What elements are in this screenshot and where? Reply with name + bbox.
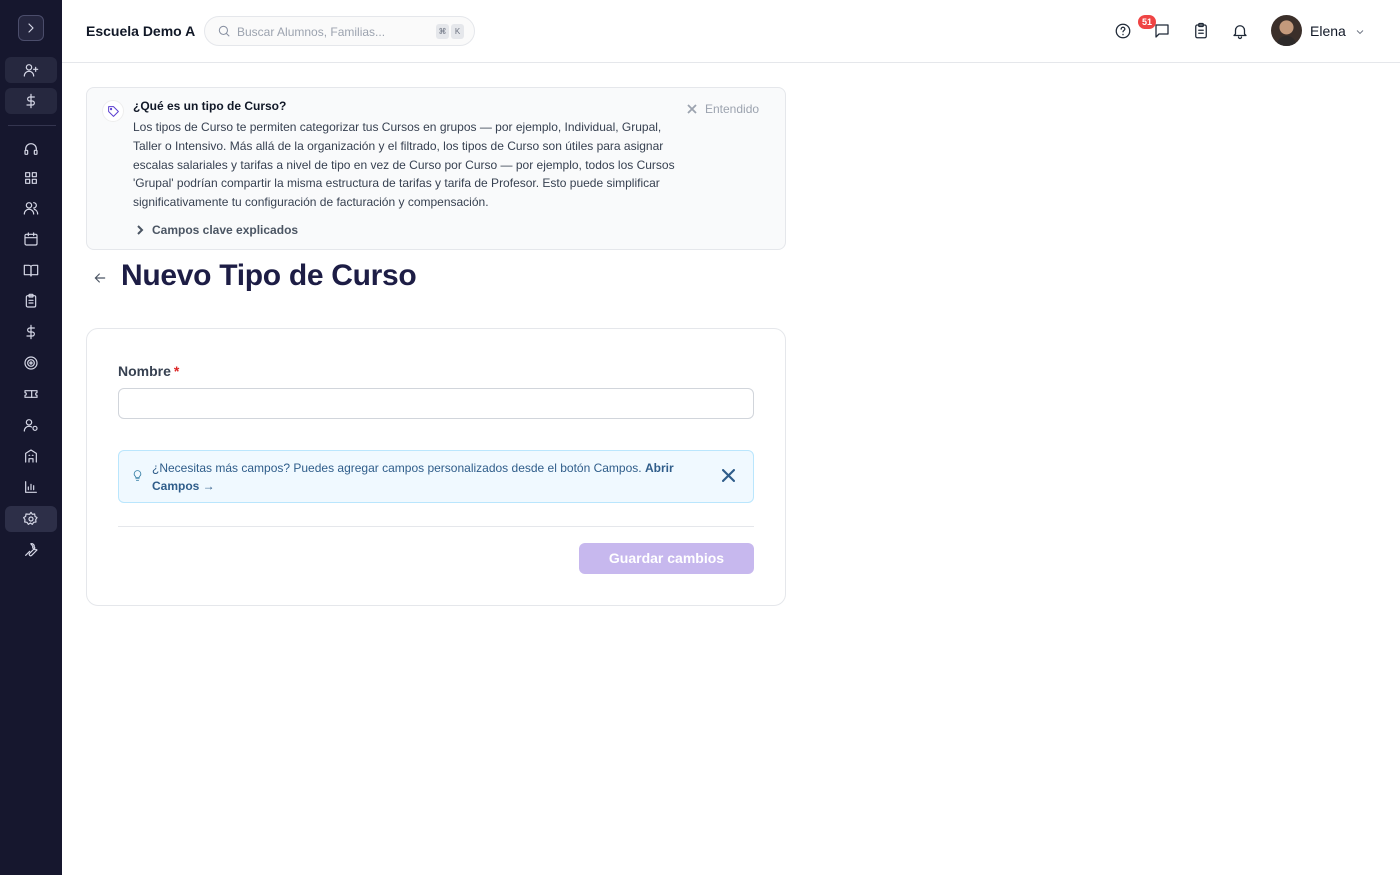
avatar[interactable]: [1271, 15, 1302, 46]
user-settings-icon: [23, 419, 38, 432]
building-icon: [25, 449, 37, 463]
lightbulb-icon: [131, 469, 144, 487]
info-panel: ¿Qué es un tipo de Curso? Los tipos de C…: [86, 87, 786, 250]
user-plus-icon: [23, 64, 39, 77]
sidebar-item-goals[interactable]: [5, 350, 57, 376]
calendar-icon: [24, 232, 38, 246]
tip-text: ¿Necesitas más campos? Puedes agregar ca…: [152, 460, 697, 495]
dismiss-label: Entendido: [705, 102, 760, 116]
sidebar-item-billing[interactable]: [5, 319, 57, 345]
close-tip-button[interactable]: [722, 469, 735, 487]
search-icon: [217, 24, 231, 43]
sidebar-item-payment[interactable]: [5, 88, 57, 114]
tasks-count-badge: 51: [1138, 15, 1156, 29]
chevron-down-icon[interactable]: [1354, 25, 1366, 43]
sidebar-item-tools[interactable]: [5, 537, 57, 563]
search-box[interactable]: ⌘ K: [204, 16, 475, 46]
sidebar-item-add-student[interactable]: [5, 57, 57, 83]
info-description: Los tipos de Curso te permiten categoriz…: [133, 120, 675, 210]
name-label: Nombre *: [118, 363, 179, 379]
user-name[interactable]: Elena: [1310, 23, 1346, 39]
dashboard-icon: [25, 172, 37, 184]
sidebar-item-tasks[interactable]: [5, 288, 57, 314]
school-name[interactable]: Escuela Demo A: [86, 23, 195, 39]
bar-chart-icon: [25, 481, 37, 493]
dollar-icon: [26, 324, 35, 340]
message-icon: [1155, 24, 1169, 38]
headset-icon: [24, 143, 38, 155]
wrench-icon: [25, 543, 38, 557]
sidebar-item-calendar[interactable]: [5, 226, 57, 252]
page-title: Nuevo Tipo de Curso: [121, 259, 417, 292]
sidebar-divider: [8, 125, 56, 126]
bell-icon: [1233, 25, 1247, 40]
tasks-button[interactable]: [1191, 21, 1211, 41]
dismiss-info-button[interactable]: Entendido: [687, 102, 759, 116]
shortcut-letter-key: K: [451, 24, 464, 39]
key-fields-label: Campos clave explicados: [152, 223, 299, 237]
info-title: ¿Qué es un tipo de Curso?: [133, 99, 287, 113]
close-icon: [687, 104, 697, 114]
sidebar-item-students[interactable]: [5, 195, 57, 221]
chevron-right-icon: [137, 225, 144, 235]
arrow-left-icon: [94, 273, 106, 283]
help-icon: [1115, 23, 1131, 39]
expand-sidebar-button[interactable]: [18, 15, 44, 41]
sidebar-item-reports[interactable]: [5, 474, 57, 500]
sidebar-item-staff[interactable]: [5, 412, 57, 438]
save-button[interactable]: Guardar cambios: [579, 543, 754, 574]
required-mark: *: [173, 363, 180, 379]
name-label-text: Nombre: [118, 363, 171, 379]
sidebar: [0, 0, 62, 875]
sidebar-item-dashboard[interactable]: [5, 165, 57, 191]
top-bar: Escuela Demo A ⌘ K Elena: [62, 0, 1400, 63]
tag-icon: [102, 100, 124, 122]
tip-message: ¿Necesitas más campos? Puedes agregar ca…: [152, 461, 642, 475]
target-icon: [24, 356, 38, 370]
dollar-icon: [26, 93, 35, 109]
sidebar-item-support[interactable]: [5, 136, 57, 162]
book-open-icon: [23, 264, 39, 277]
users-icon: [23, 202, 39, 215]
chevron-right-icon: [28, 23, 34, 33]
close-icon: [722, 469, 735, 482]
clipboard-icon: [1195, 22, 1207, 39]
form-card: Nombre * ¿Necesitas más campos? Puedes ag…: [86, 328, 786, 606]
ticket-icon: [24, 390, 38, 398]
notifications-button[interactable]: [1230, 21, 1250, 41]
search-input[interactable]: [237, 23, 427, 41]
name-input[interactable]: [118, 388, 754, 419]
sidebar-item-locations[interactable]: [5, 443, 57, 469]
settings-icon: [23, 511, 38, 525]
sidebar-item-tickets[interactable]: [5, 381, 57, 407]
sidebar-item-courses[interactable]: [5, 257, 57, 283]
clipboard-icon: [25, 293, 37, 308]
sidebar-item-settings[interactable]: [5, 506, 57, 532]
custom-fields-tip: ¿Necesitas más campos? Puedes agregar ca…: [118, 450, 754, 503]
help-button[interactable]: [1113, 21, 1133, 41]
back-button[interactable]: [92, 270, 110, 288]
key-fields-toggle[interactable]: Campos clave explicados: [135, 223, 298, 237]
divider: [118, 526, 754, 527]
shortcut-mod-key: ⌘: [436, 24, 449, 39]
